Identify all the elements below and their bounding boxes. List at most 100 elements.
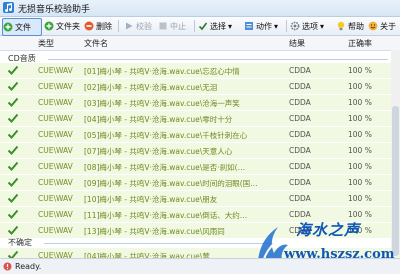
cell-rate: 100 % [348, 130, 372, 139]
cell-filename: [03]梅小琴 - 共鸣V·沧海.wav.cue\沧海一声笑 [84, 99, 240, 108]
cell-type: CUE\WAV [38, 98, 73, 107]
cell-filename: [10]梅小琴 - 共鸣V·沧海.wav.cue\朋友 [84, 195, 218, 204]
stop-button[interactable]: 中止 [158, 18, 186, 34]
toolbar-separator [118, 20, 119, 32]
cell-rate: 100 % [348, 162, 372, 171]
cell-rate: 100 % [348, 194, 372, 203]
file-button-label: 文件 [15, 22, 31, 32]
delete-icon [84, 21, 94, 31]
column-rate[interactable]: 正确率 [348, 38, 372, 49]
check-icon [7, 209, 19, 219]
cell-result: CDDA [289, 162, 311, 171]
help-button[interactable]: 帮助 [336, 18, 364, 34]
table-row[interactable]: CUE\WAV [07]梅小琴 - 共鸣V·沧海.wav.cue\天意人心 CDDA… [0, 143, 400, 158]
cell-type: CUE\WAV [38, 210, 73, 219]
about-button[interactable]: 关于 [368, 18, 396, 34]
check-icon [7, 113, 19, 123]
table-row[interactable]: CUE\WAV [10]梅小琴 - 共鸣V·沧海.wav.cue\朋友 CDDA 10… [0, 191, 400, 206]
toolbar-separator [286, 20, 287, 32]
cell-type: CUE\WAV [38, 130, 73, 139]
group-header-uncertain: 不确定 [8, 238, 32, 247]
cell-filename: [05]梅小琴 - 共鸣V·沧海.wav.cue\千枝针刺在心 [84, 131, 248, 140]
action-icon [245, 22, 253, 30]
chevron-down-icon: ▾ [320, 21, 325, 31]
file-button[interactable]: 文件 [2, 18, 42, 36]
status-icon [3, 262, 12, 271]
column-type[interactable]: 类型 [38, 38, 54, 49]
cell-filename: [04]梅小琴 - 共鸣V·沧海.wav.cue\零时十分 [84, 115, 233, 124]
check-icon [7, 129, 19, 139]
add-folder-icon [44, 21, 54, 31]
table-row[interactable]: CUE\WAV [05]梅小琴 - 共鸣V·沧海.wav.cue\千枝针刺在心 CD… [0, 127, 400, 142]
cell-type: CUE\WAV [38, 194, 73, 203]
select-dropdown[interactable]: 选择 ▾ [198, 18, 232, 34]
select-check-icon [198, 22, 208, 31]
cell-rate: 100 % [348, 114, 372, 123]
cell-filename: [02]梅小琴 - 共鸣V·沧海.wav.cue\无泪 [84, 83, 218, 92]
cell-result: CDDA [289, 178, 311, 187]
delete-button-label: 删除 [96, 21, 112, 31]
action-label: 动作 [256, 21, 272, 31]
lightbulb-icon [337, 21, 345, 31]
check-icon [7, 177, 19, 187]
cell-result: CDDA [289, 146, 311, 155]
table-row[interactable]: CUE\WAV [04]梅小琴 - 共鸣V·沧海.wav.cue\零时十分 CDDA… [0, 111, 400, 126]
delete-button[interactable]: 删除 [84, 18, 112, 34]
table-row[interactable]: CUE\WAV [02]梅小琴 - 共鸣V·沧海.wav.cue\无泪 CDDA 10… [0, 79, 400, 94]
list-header: 类型 文件名 结果 正确率 [0, 36, 400, 51]
cell-type: CUE\WAV [38, 82, 73, 91]
play-icon [126, 22, 133, 30]
column-result[interactable]: 结果 [289, 38, 305, 49]
cell-filename: [07]梅小琴 - 共鸣V·沧海.wav.cue\天意人心 [84, 147, 233, 156]
folder-button[interactable]: 文件夹 [44, 18, 80, 34]
chevron-down-icon: ▾ [274, 21, 279, 31]
app-music-icon [3, 2, 14, 13]
cell-filename: [09]梅小琴 - 共鸣V·沧海.wav.cue\时间的泪眼(国… [84, 179, 258, 188]
cell-result: CDDA [289, 82, 311, 91]
select-label: 选择 [210, 21, 226, 31]
check-icon [7, 97, 19, 107]
table-row[interactable]: CUE\WAV [03]梅小琴 - 共鸣V·沧海.wav.cue\沧海一声笑 CDD… [0, 95, 400, 110]
cell-result: CDDA [289, 66, 311, 75]
options-dropdown[interactable]: 选项 ▾ [290, 18, 324, 34]
cell-rate: 100 % [348, 146, 372, 155]
cell-type: CUE\WAV [38, 114, 73, 123]
stop-icon [159, 22, 167, 30]
cell-result: CDDA [289, 194, 311, 203]
toolbar-separator [194, 20, 195, 32]
cell-rate: 100 % [348, 82, 372, 91]
check-icon [7, 193, 19, 203]
toolbar: 文件 文件夹 删除 校验 中止 选择 ▾ 动作 ▾ 选项 ▾ 帮助 关于 [0, 17, 400, 36]
cell-type: CUE\WAV [38, 226, 73, 235]
cell-type: CUE\WAV [38, 66, 73, 75]
options-label: 选项 [302, 21, 318, 31]
group-divider [48, 59, 388, 60]
cell-rate: 100 % [348, 66, 372, 75]
add-file-icon [3, 22, 13, 32]
action-dropdown[interactable]: 动作 ▾ [244, 18, 278, 34]
table-row[interactable]: CUE\WAV [09]梅小琴 - 共鸣V·沧海.wav.cue\时间的泪眼(国…… [0, 175, 400, 190]
cell-result: CDDA [289, 98, 311, 107]
cell-result: CDDA [289, 130, 311, 139]
check-icon [7, 65, 19, 75]
gear-icon [290, 21, 300, 31]
group-divider [44, 243, 274, 244]
cell-filename: [08]梅小琴 - 共鸣V·沧海.wav.cue\是否·刹如(… [84, 163, 246, 172]
cell-type: CUE\WAV [38, 146, 73, 155]
watermark-title: 海水之声 [296, 221, 361, 239]
status-text: Ready. [15, 262, 42, 271]
chevron-down-icon: ▾ [228, 21, 233, 31]
cell-filename: [01]梅小琴 - 共鸣V·沧海.wav.cue\忘忍心中情 [84, 67, 240, 76]
stop-button-label: 中止 [170, 21, 186, 31]
verify-button[interactable]: 校验 [124, 18, 152, 34]
window-title: 无损音乐校验助手 [18, 5, 91, 15]
table-row[interactable]: CUE\WAV [08]梅小琴 - 共鸣V·沧海.wav.cue\是否·刹如(… C… [0, 159, 400, 174]
cell-result: CDDA [289, 114, 311, 123]
help-label: 帮助 [348, 21, 364, 31]
title-bar: 无损音乐校验助手 [0, 0, 400, 17]
verify-button-label: 校验 [136, 21, 152, 31]
column-filename[interactable]: 文件名 [84, 38, 108, 49]
smiley-icon [368, 21, 378, 31]
table-row[interactable]: CUE\WAV [01]梅小琴 - 共鸣V·沧海.wav.cue\忘忍心中情 CDD… [0, 63, 400, 78]
cell-type: CUE\WAV [38, 178, 73, 187]
